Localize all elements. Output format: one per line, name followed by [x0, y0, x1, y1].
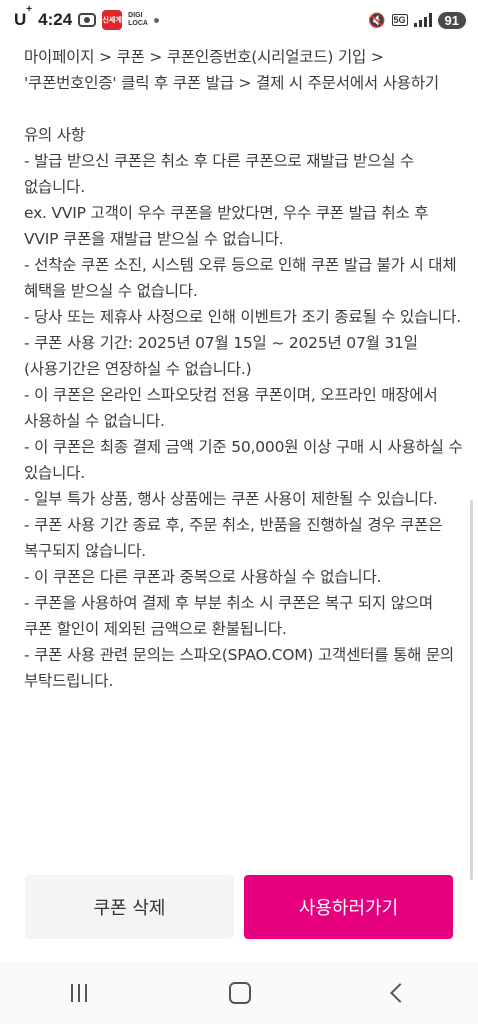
notice-title: 유의 사항	[24, 126, 85, 144]
notice-item: - 당사 또는 제휴사 사정으로 인해 이벤트가 조기 종료될 수 있습니다.	[24, 308, 462, 326]
network-type: 5G	[391, 14, 408, 26]
signal-icon	[413, 13, 432, 27]
digiloca-icon: DIGI LOCA	[128, 12, 148, 27]
status-right: 🔇 5G 91	[368, 11, 466, 29]
coupon-info-content: - 쿠폰 번호 복사 후 '사용하러가기' 버튼 클릭 > 회원가입/로그인 >…	[24, 18, 464, 694]
notice-item: - 일부 특가 상품, 행사 상품에는 쿠폰 사용이 제한될 수 있습니다.	[24, 490, 438, 508]
navigation-bar	[0, 962, 478, 1024]
delete-coupon-button[interactable]: 쿠폰 삭제	[25, 875, 234, 939]
notice-item: ex. VVIP 고객이 우수 쿠폰을 받았다면, 우수 쿠폰 발급 취소 후 …	[24, 204, 434, 248]
status-time: 4:24	[38, 10, 73, 29]
notice-item: - 이 쿠폰은 최종 결제 금액 기준 50,000원 이상 구매 시 사용하실…	[24, 438, 468, 482]
notice-item: - 선착순 쿠폰 소진, 시스템 오류 등으로 인해 쿠폰 발급 불가 시 대체…	[24, 256, 462, 300]
status-bar: U+ 4:24 신세계 DIGI LOCA 🔇 5G 91	[0, 0, 478, 40]
notification-icon	[78, 13, 97, 27]
notice-item: - 이 쿠폰은 온라인 스파오닷컴 전용 쿠폰이며, 오프라인 매장에서 사용하…	[24, 386, 443, 430]
more-notifications-dot-icon	[154, 17, 159, 23]
recent-apps-icon[interactable]	[71, 984, 87, 1002]
notice-item: - 이 쿠폰은 다른 쿠폰과 중복으로 사용하실 수 없습니다.	[24, 568, 382, 586]
back-icon[interactable]	[390, 983, 410, 1003]
notice-item: - 쿠폰 사용 기간: 2025년 07월 15일 ~ 2025년 07월 31…	[24, 334, 423, 378]
notice-item: - 쿠폰 사용 기간 종료 후, 주문 취소, 반품을 진행하실 경우 쿠폰은 …	[24, 516, 448, 560]
home-icon[interactable]	[229, 982, 251, 1004]
status-left: U+ 4:24 신세계 DIGI LOCA	[14, 4, 159, 30]
battery-level: 91	[437, 11, 466, 29]
carrier-label: U+	[14, 4, 33, 29]
app-badge-icon: 신세계	[102, 10, 123, 30]
action-buttons: 쿠폰 삭제 사용하러가기	[25, 875, 453, 939]
scrollbar[interactable]	[470, 500, 473, 880]
use-coupon-button[interactable]: 사용하러가기	[244, 875, 453, 939]
notice-item: - 쿠폰 사용 관련 문의는 스파오(SPAO.COM) 고객센터를 통해 문의…	[24, 646, 459, 690]
notice-item: - 발급 받으신 쿠폰은 취소 후 다른 쿠폰으로 재발급 받으실 수 없습니다…	[24, 152, 419, 196]
notice-item: - 쿠폰을 사용하여 결제 후 부분 취소 시 쿠폰은 복구 되지 않으며 쿠폰…	[24, 594, 438, 638]
mute-icon: 🔇	[368, 11, 386, 28]
